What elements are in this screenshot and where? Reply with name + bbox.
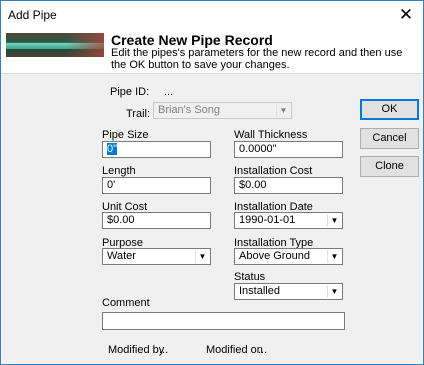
pipe-size-label: Pipe Size <box>102 129 149 141</box>
trail-value: Brian's Song <box>158 104 221 116</box>
chevron-down-icon: ▼ <box>327 285 341 298</box>
chevron-down-icon: ▼ <box>195 250 209 263</box>
length-input[interactable]: 0' <box>102 177 211 194</box>
modified-on-value: ... <box>258 344 268 356</box>
chevron-down-icon: ▼ <box>327 250 341 263</box>
length-label: Length <box>102 165 136 177</box>
dialog-header: Create New Pipe Record Edit the pipes's … <box>1 30 423 74</box>
comment-label: Comment <box>102 297 150 309</box>
purpose-select[interactable]: Water ▼ <box>102 248 211 265</box>
pipe-id-label: Pipe ID: <box>110 86 150 98</box>
clone-button[interactable]: Clone <box>360 156 419 177</box>
window-title: Add Pipe <box>8 8 57 22</box>
status-label: Status <box>234 271 266 283</box>
trail-label: Trail: <box>126 108 151 120</box>
trail-select[interactable]: Brian's Song ▼ <box>153 102 292 119</box>
pipe-banner-image <box>6 33 104 57</box>
comment-input[interactable] <box>102 312 345 330</box>
status-value: Installed <box>239 285 280 297</box>
installation-cost-input[interactable]: $0.00 <box>234 177 343 194</box>
unit-cost-input[interactable]: $0.00 <box>102 212 211 229</box>
modified-by-label: Modified by <box>108 344 165 356</box>
purpose-value: Water <box>107 250 136 262</box>
modified-on-label: Modified on <box>206 344 263 356</box>
header-title: Create New Pipe Record <box>111 32 273 48</box>
wall-thickness-label: Wall Thickness <box>234 129 308 141</box>
installation-date-picker[interactable]: 1990-01-01 ▼ <box>234 212 343 229</box>
cancel-button[interactable]: Cancel <box>360 128 419 149</box>
status-select[interactable]: Installed ▼ <box>234 283 343 300</box>
installation-type-select[interactable]: Above Ground ▼ <box>234 248 343 265</box>
modified-by-value: ... <box>159 344 169 356</box>
installation-date-value: 1990-01-01 <box>239 214 296 226</box>
pipe-size-value: 0" <box>107 143 118 155</box>
pipe-size-input[interactable]: 0" <box>102 141 211 158</box>
header-description: Edit the pipes's parameters for the new … <box>111 47 403 71</box>
add-pipe-dialog: Add Pipe ✕ Create New Pipe Record Edit t… <box>0 0 424 365</box>
ok-button[interactable]: OK <box>360 99 419 120</box>
installation-cost-label: Installation Cost <box>234 165 313 177</box>
installation-type-value: Above Ground <box>239 250 310 262</box>
chevron-down-icon: ▼ <box>276 104 290 117</box>
title-bar: Add Pipe ✕ <box>1 1 423 30</box>
chevron-down-icon: ▼ <box>327 214 341 227</box>
wall-thickness-input[interactable]: 0.0000" <box>234 141 343 158</box>
pipe-id-value: ... <box>164 86 174 98</box>
close-icon[interactable]: ✕ <box>389 1 423 30</box>
